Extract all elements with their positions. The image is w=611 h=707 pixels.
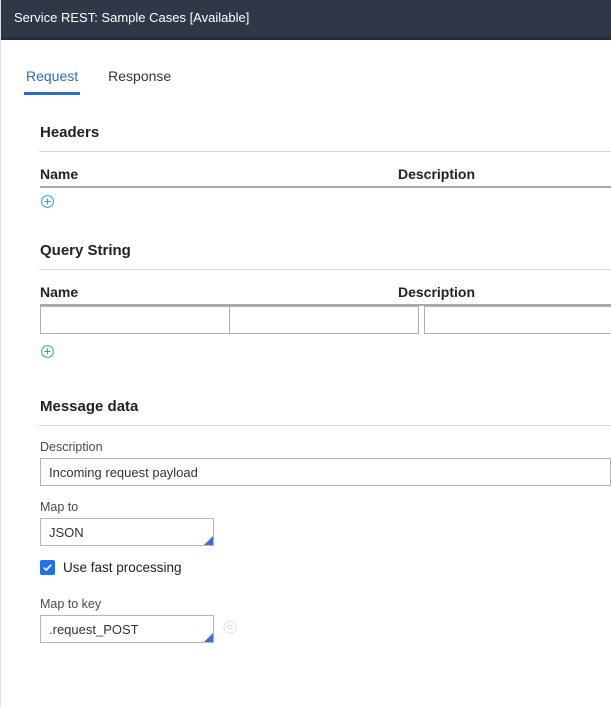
map-to-select[interactable] xyxy=(40,518,214,546)
add-query-icon[interactable] xyxy=(40,344,55,359)
tab-response[interactable]: Response xyxy=(106,62,173,95)
query-add-row xyxy=(40,344,611,364)
headers-col-desc: Description xyxy=(398,166,611,182)
map-to-field: Map to xyxy=(40,500,611,546)
divider xyxy=(39,425,611,426)
description-field: Description xyxy=(40,440,611,486)
query-title: Query String xyxy=(40,242,611,259)
divider xyxy=(39,269,611,270)
add-header-icon[interactable] xyxy=(40,194,55,209)
page: Service REST: Sample Cases [Available] R… xyxy=(0,0,611,707)
tab-request[interactable]: Request xyxy=(24,62,80,95)
map-to-label: Map to xyxy=(40,500,611,514)
message-data-title: Message data xyxy=(40,398,611,415)
query-name-input[interactable] xyxy=(40,306,230,334)
divider xyxy=(40,186,611,188)
map-to-key-wrap xyxy=(40,615,214,643)
query-col-name: Name xyxy=(40,284,398,300)
divider xyxy=(39,151,611,152)
description-input[interactable] xyxy=(40,458,611,486)
headers-section: Headers Name Description xyxy=(0,124,611,214)
gear-icon[interactable] xyxy=(222,619,238,640)
headers-table-head: Name Description xyxy=(40,166,611,186)
query-section: Query String Name Description xyxy=(0,242,611,364)
headers-add-row xyxy=(40,194,611,214)
headers-title: Headers xyxy=(40,124,611,141)
headers-col-name: Name xyxy=(40,166,398,182)
content-area: Request Response Headers Name Descriptio… xyxy=(0,40,611,673)
tab-strip: Request Response xyxy=(0,40,611,96)
query-desc-input[interactable] xyxy=(424,306,611,334)
query-table-head: Name Description xyxy=(40,284,611,304)
query-table: Name Description xyxy=(40,284,611,364)
query-name-input-2[interactable] xyxy=(230,306,419,334)
fast-processing-label: Use fast processing xyxy=(63,560,182,575)
map-to-key-input[interactable] xyxy=(40,615,214,643)
map-to-key-field: Map to key xyxy=(40,597,611,643)
fast-processing-row: Use fast processing xyxy=(40,560,611,575)
page-title: Service REST: Sample Cases [Available] xyxy=(14,10,249,25)
map-to-select-wrap xyxy=(40,518,214,546)
query-row xyxy=(40,306,611,334)
fast-processing-checkbox[interactable] xyxy=(40,560,55,575)
query-col-desc: Description xyxy=(398,284,611,300)
map-to-key-label: Map to key xyxy=(40,597,611,611)
description-label: Description xyxy=(40,440,611,454)
headers-table: Name Description xyxy=(40,166,611,214)
title-bar: Service REST: Sample Cases [Available] xyxy=(0,0,611,40)
message-data-section: Message data Description Map to xyxy=(0,398,611,643)
map-to-key-row xyxy=(40,615,611,643)
